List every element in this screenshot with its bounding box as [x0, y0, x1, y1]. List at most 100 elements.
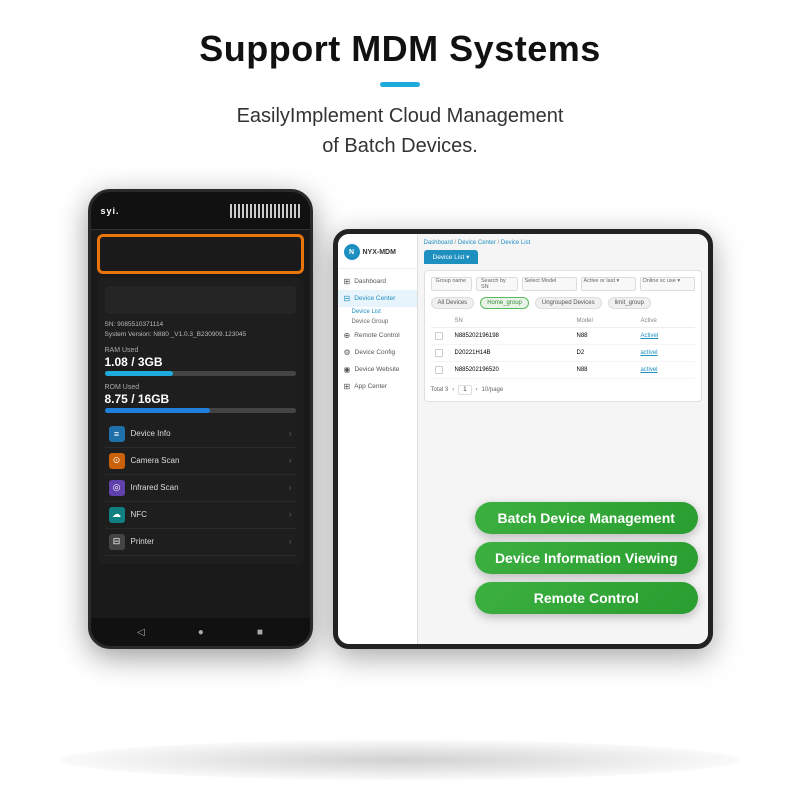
rom-progress-fill: [105, 408, 210, 413]
phone-barcode: [230, 204, 300, 218]
subtitle-line1: EasilyImplement Cloud Management: [237, 105, 564, 127]
sidebar-remote-label: Remote Control: [354, 332, 400, 339]
menu-item-nfc[interactable]: ☁NFC ›: [105, 502, 296, 529]
cell-sn-1: N885202196198: [455, 333, 573, 339]
devices-area: syi. SN: 9085510371114 System Version: N…: [0, 169, 800, 649]
row-checkbox-2[interactable]: [435, 349, 443, 357]
menu-item-camera-scan[interactable]: ⊙Camera Scan ›: [105, 448, 296, 475]
pagination-page-1[interactable]: 1: [458, 385, 471, 395]
model-select[interactable]: Select Model: [522, 277, 577, 291]
nav-back-btn[interactable]: ◁: [137, 627, 145, 638]
table-row: N885202196198 N88 Activel: [431, 328, 695, 345]
printer-icon: ⊟: [109, 534, 125, 550]
sidebar-item-dashboard[interactable]: ⊞ Dashboard: [338, 273, 417, 290]
sidebar-item-app-center[interactable]: ⊞ App Center: [338, 378, 417, 395]
phone-screen: SN: 9085510371114 System Version: N880 _…: [97, 278, 304, 564]
accent-bar: [380, 82, 420, 87]
device-groups: All Devices Home_group Ungrouped Devices…: [431, 297, 695, 309]
subtitle: EasilyImplement Cloud Management of Batc…: [0, 101, 800, 161]
search-by-sn-input[interactable]: Search by SN: [476, 277, 518, 291]
nav-home-btn[interactable]: ●: [198, 627, 204, 638]
cell-model-1: N88: [577, 333, 637, 339]
phone-nav-bar: ◁ ● ■: [91, 618, 310, 646]
scope-select[interactable]: Online sc use ▾: [640, 277, 695, 291]
ram-progress-bg: [105, 371, 296, 376]
pill-remote-control: Remote Control: [475, 582, 698, 614]
cell-model-3: N88: [577, 367, 637, 373]
breadcrumb: Dashboard / Device Center / Device List: [424, 240, 702, 246]
menu-item-infrared-scan[interactable]: ◎Infrared Scan ›: [105, 475, 296, 502]
col-active: Active: [641, 318, 691, 324]
ram-progress-fill: [105, 371, 174, 376]
sidebar-item-device-website[interactable]: ◉ Device Website: [338, 361, 417, 378]
filter-row: Group name Search by SN Select Model Act…: [431, 277, 695, 291]
cell-model-2: D2: [577, 350, 637, 356]
device-list-content: Group name Search by SN Select Model Act…: [424, 270, 702, 402]
pagination-prev: ‹: [452, 387, 454, 393]
menu-item-printer[interactable]: ⊟Printer ›: [105, 529, 296, 556]
sidebar-item-remote-control[interactable]: ⊕ Remote Control: [338, 327, 417, 344]
infrared-scan-icon: ◎: [109, 480, 125, 496]
sidebar-config-label: Device Config: [355, 349, 395, 356]
phone-blur-image: [105, 286, 296, 314]
sidebar-item-device-config[interactable]: ⚙ Device Config: [338, 344, 417, 361]
group-ungrouped[interactable]: Ungrouped Devices: [535, 297, 602, 309]
tab-bar: Device List ▾: [424, 250, 702, 264]
rom-label: ROM Used: [105, 384, 296, 391]
rom-value: 8.75 / 16GB: [105, 392, 296, 406]
sidebar-dashboard-label: Dashboard: [354, 278, 386, 285]
device-info-icon: ≡: [109, 426, 125, 442]
dashboard-icon: ⊞: [344, 277, 351, 286]
mdm-logo-icon: N: [344, 244, 360, 260]
group-limit[interactable]: limit_group: [608, 297, 651, 309]
cell-active-2[interactable]: activel: [641, 350, 691, 356]
pagination: Total 3 ‹ 1 › 10/page: [431, 385, 695, 395]
row-checkbox-1[interactable]: [435, 332, 443, 340]
device-center-icon: ⊟: [344, 294, 351, 303]
phone-device: syi. SN: 9085510371114 System Version: N…: [88, 189, 313, 649]
group-home[interactable]: Home_group: [480, 297, 529, 309]
sidebar-item-device-center[interactable]: ⊟ Device Center: [338, 290, 417, 307]
cell-active-3[interactable]: activel: [641, 367, 691, 373]
phone-menu: ≡Device Info › ⊙Camera Scan › ◎Infrared …: [105, 421, 296, 556]
sidebar-subitem-device-list[interactable]: Device List: [338, 307, 417, 317]
phone-logo: syi.: [101, 206, 120, 216]
cell-sn-3: N885202196520: [455, 367, 573, 373]
bottom-shadow: [60, 740, 740, 780]
page-title: Support MDM Systems: [0, 28, 800, 70]
phone-orange-band: [97, 234, 304, 274]
table-row: N885202196520 N88 activel: [431, 362, 695, 379]
sidebar-device-center-label: Device Center: [354, 295, 395, 302]
group-name-input[interactable]: Group name: [431, 277, 473, 291]
cell-sn-2: D20221H14B: [455, 350, 573, 356]
mdm-sidebar: N NYX-MDM ⊞ Dashboard ⊟ Device Center De…: [338, 234, 418, 644]
table-header: SN Model Active: [431, 315, 695, 328]
phone-sn: SN: 9085510371114 System Version: N880 _…: [105, 320, 296, 341]
status-select[interactable]: Active or last ▾: [581, 277, 636, 291]
mdm-logo: N NYX-MDM: [338, 240, 417, 269]
sidebar-subitem-device-group[interactable]: Device Group: [338, 317, 417, 327]
cell-active-1[interactable]: Activel: [641, 333, 691, 339]
remote-control-icon: ⊕: [344, 331, 351, 340]
device-website-icon: ◉: [344, 365, 351, 374]
page-header: Support MDM Systems EasilyImplement Clou…: [0, 0, 800, 169]
nfc-icon: ☁: [109, 507, 125, 523]
mdm-logo-text: NYX-MDM: [363, 249, 396, 256]
group-all-devices[interactable]: All Devices: [431, 297, 475, 309]
menu-item-device-info[interactable]: ≡Device Info ›: [105, 421, 296, 448]
col-model: Model: [577, 318, 637, 324]
col-checkbox: [435, 318, 451, 324]
phone-top-bar: syi.: [91, 192, 310, 230]
tablet-device: N NYX-MDM ⊞ Dashboard ⊟ Device Center De…: [333, 229, 713, 649]
pill-device-info-viewing: Device Information Viewing: [475, 542, 698, 574]
row-checkbox-3[interactable]: [435, 366, 443, 374]
nav-recents-btn[interactable]: ■: [257, 627, 263, 638]
ram-label: RAM Used: [105, 347, 296, 354]
pill-batch-device: Batch Device Management: [475, 502, 698, 534]
pagination-next: ›: [476, 387, 478, 393]
pagination-per-page: 10/page: [482, 387, 504, 393]
sidebar-app-center-label: App Center: [354, 383, 387, 390]
subtitle-line2: of Batch Devices.: [322, 135, 478, 157]
pagination-total: Total 3: [431, 387, 449, 393]
tab-device-list[interactable]: Device List ▾: [424, 250, 479, 264]
